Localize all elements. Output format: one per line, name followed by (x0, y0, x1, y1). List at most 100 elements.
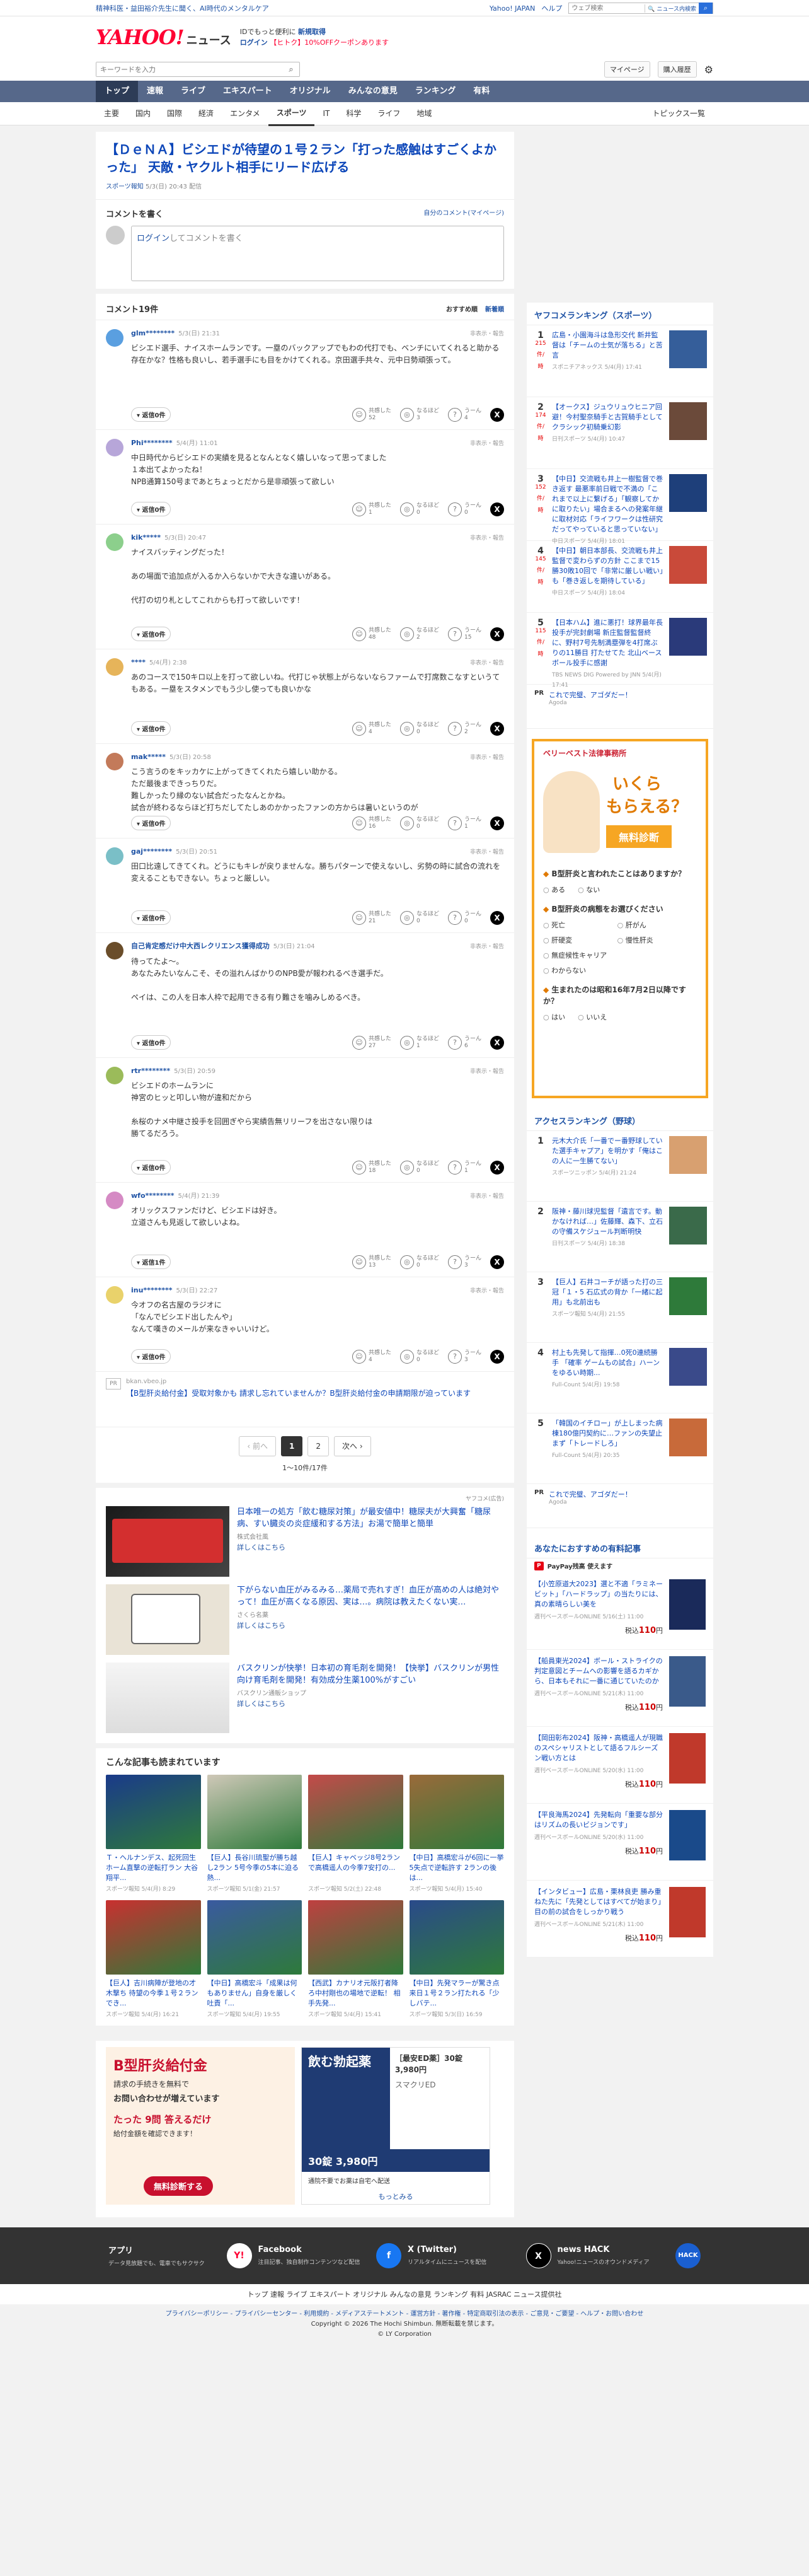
x-share-icon[interactable]: X (490, 1349, 504, 1364)
related-article-title[interactable]: 【巨人】吉川病陣が登地の才木撃ち 待望の今季１号２ランでき... (106, 1978, 201, 2009)
ed-ad[interactable]: 飲む勃起薬 ［最安ED薬］30錠 3,980円 スマクリED 30錠 3,980円… (301, 2047, 490, 2205)
nav-breaking[interactable]: 速報 (138, 81, 172, 102)
reply-button[interactable]: ▾ 返信0件 (131, 1160, 171, 1175)
side-pr-title[interactable]: これで完璧、アゴダだー！ (549, 690, 632, 700)
ad-detail-link[interactable]: 詳しくはこちら (237, 1698, 504, 1709)
ad-item[interactable]: 日本唯一の処方「飲む糖尿対策」が最安値中！糖尿夫が大興奮「糖尿病、すい臓炎の炎症… (106, 1502, 504, 1581)
nav-original[interactable]: オリジナル (281, 81, 340, 102)
nav-top[interactable]: トップ (96, 81, 139, 102)
quiz-option[interactable]: 慢性肝炎 (617, 935, 653, 945)
comment-user[interactable]: inu******** (131, 1286, 172, 1294)
comment-user[interactable]: Phi******** (131, 439, 173, 447)
quiz-option[interactable]: 肝硬変 (543, 935, 605, 945)
hmm-button[interactable]: ? うーん 15 (447, 627, 481, 641)
my-comments-link[interactable]: 自分のコメント(マイページ) (423, 207, 504, 219)
cat-science[interactable]: 科学 (338, 102, 369, 125)
paid-article[interactable]: 【船員東光2024】ボール・ストライクの判定意図とチームへの影響を語るカギから、… (527, 1650, 713, 1727)
related-article[interactable]: 【中日】高橋宏斗が6回に一挙5失点で逆転許す 2ランの後は... スポーツ報知 … (409, 1775, 505, 1893)
insight-button[interactable]: ◎ なるほど 1 (399, 1035, 439, 1050)
article-title[interactable]: 【ＤｅＮＡ】ビシエドが待望の１号２ラン「打った感触はすごくよかった」 天敵・ヤク… (106, 141, 504, 176)
signup-link[interactable]: 新規取得 (298, 28, 326, 36)
comment-user[interactable]: kik***** (131, 533, 161, 542)
related-article[interactable]: 【西武】カナリオ元阪打者降ろ中村剛也の場地で逆転！ 相手先発... スポーツ報知… (308, 1900, 403, 2018)
ranking-item[interactable]: 5 115 件/時 【日本ハム】進に悪打！球界最年長投手が完封劇場 新庄監督監督終に… (527, 613, 713, 688)
reply-button[interactable]: ▾ 返信0件 (131, 816, 171, 830)
ad-diagnose-button[interactable]: 無料診断する (144, 2176, 214, 2196)
related-article-title[interactable]: Ｔ・ヘルナンデス、起死回生ホーム直撃の逆転打ラン 大谷翔平... (106, 1853, 201, 1883)
reply-button[interactable]: ▾ 返信0件 (131, 1035, 171, 1050)
report-link[interactable]: 非表示・報告 (470, 753, 504, 761)
login-link[interactable]: ログイン (240, 38, 268, 47)
report-link[interactable]: 非表示・報告 (470, 658, 504, 666)
comment-user[interactable]: gaj******** (131, 847, 172, 856)
empathy-button[interactable]: ☺ 共感した 13 (352, 1255, 391, 1269)
paid-articles-title[interactable]: あなたにおすすめの有料記事 (527, 1536, 713, 1558)
quiz-option[interactable]: 肝がん (617, 920, 646, 930)
access-item[interactable]: 5 「韓国のイチロー」が上しまった病棟180億円契約に…ファンの失望止まず「トレ… (527, 1413, 713, 1484)
cat-sports[interactable]: スポーツ (268, 102, 315, 126)
comment-user[interactable]: rtr******** (131, 1067, 170, 1075)
top-link[interactable]: 精神科医・益田裕介先生に聞く、AI時代のメンタルケア (96, 3, 269, 13)
side-pr[interactable]: PR これで完璧、アゴダだー！ Agoda (527, 685, 713, 729)
hepatitis-ad[interactable]: B型肝炎給付金 請求の手続きを無料で お問い合わせが増えています たった 9問 … (106, 2047, 295, 2205)
ad-more-link[interactable]: もっとみる (302, 2189, 490, 2204)
x-share-icon[interactable]: X (490, 1035, 504, 1050)
quiz-option[interactable]: ある (543, 885, 565, 895)
related-article-title[interactable]: 【西武】カナリオ元阪打者降ろ中村剛也の場地で逆転！ 相手先発... (308, 1978, 403, 2009)
page-2-button[interactable]: 2 (307, 1436, 329, 1456)
report-link[interactable]: 非表示・報告 (470, 1067, 504, 1075)
insight-button[interactable]: ◎ なるほど 3 (399, 407, 439, 422)
empathy-button[interactable]: ☺ 共感した 1 (352, 502, 391, 516)
insight-button[interactable]: ◎ なるほど 0 (399, 1255, 439, 1269)
next-button[interactable]: 次へ › (334, 1436, 371, 1456)
footer-x[interactable]: X (Twitter) リアルタイムにニュースを配信 X (408, 2243, 551, 2268)
report-link[interactable]: 非表示・報告 (470, 1192, 504, 1200)
quiz-option[interactable]: ない (578, 885, 600, 895)
comment-user[interactable]: glm******** (131, 329, 175, 337)
news-search-label[interactable]: 🔍 ニュース内検索 (645, 4, 699, 13)
reply-button[interactable]: ▾ 返信0件 (131, 627, 171, 641)
access-item[interactable]: 4 村上も先発して指揮…0死0連続勝手 「確率 ゲームもの試合」ハーンをゆるい時… (527, 1343, 713, 1413)
access-item[interactable]: 1 元木大介氏「一番でー番野球していた選手キャプア」を明かす「俺はこの人に一生勝… (527, 1131, 713, 1202)
nav-paid[interactable]: 有料 (464, 81, 498, 102)
x-share-icon[interactable]: X (490, 1255, 504, 1269)
footer-facebook[interactable]: Facebook 注目記事、独自制作コンテンツなど配信 f (258, 2243, 401, 2268)
paid-title[interactable]: 【インタビュー】広島・栗林良吏 勝み重ねた先に「先発としてはすべてが始まり」目の… (534, 1888, 662, 1916)
empathy-button[interactable]: ☺ 共感した 18 (352, 1160, 391, 1175)
x-share-icon[interactable]: X (490, 910, 504, 925)
access-item[interactable]: 3 【巨人】石井コーチが語った打の三冠「１・5 石広式の背か「一緒に起用」も北前… (527, 1272, 713, 1343)
reply-button[interactable]: ▾ 返信0件 (131, 721, 171, 736)
quiz-option[interactable]: わからない (543, 965, 697, 975)
x-share-icon[interactable]: X (490, 721, 504, 736)
rank-title[interactable]: 【日本ハム】進に悪打！球界最年長投手が完封劇場 新庄監督監督終に、野村7号先制満… (552, 618, 663, 667)
x-share-icon[interactable]: X (490, 816, 504, 830)
x-share-icon[interactable]: X (490, 627, 504, 641)
hmm-button[interactable]: ? うーん 0 (447, 502, 481, 516)
reply-button[interactable]: ▾ 返信0件 (131, 407, 171, 422)
report-link[interactable]: 非表示・報告 (470, 942, 504, 950)
insight-button[interactable]: ◎ なるほど 2 (399, 627, 439, 641)
insight-button[interactable]: ◎ なるほど 0 (399, 1349, 439, 1364)
cat-life[interactable]: ライフ (369, 102, 408, 125)
paid-title[interactable]: 【平良海馬2024】先発転向「重要な部分はリズムの長いビジョンです」 (534, 1811, 663, 1829)
related-article[interactable]: 【中日】先発マラーが驚き点来日１号２ラン打たれる「少しバテ... スポーツ報知 … (409, 1900, 505, 2018)
related-article-title[interactable]: 【中日】高橋宏斗「成果は何もありません」自身を厳しく吐責「... (207, 1978, 302, 2009)
empathy-button[interactable]: ☺ 共感した 4 (352, 721, 391, 736)
empathy-button[interactable]: ☺ 共感した 16 (352, 816, 391, 830)
hmm-button[interactable]: ? うーん 1 (447, 1160, 481, 1175)
empathy-button[interactable]: ☺ 共感した 21 (352, 910, 391, 925)
hmm-button[interactable]: ? うーん 6 (447, 1035, 481, 1050)
related-article-title[interactable]: 【中日】高橋宏斗が6回に一挙5失点で逆転許す 2ランの後は... (410, 1853, 505, 1883)
ranking-item[interactable]: 4 145 件/時 【中日】朝日本部長、交流戦も井上監督で変わらずの方針 ここまで1… (527, 541, 713, 613)
comment-user[interactable]: wfo******** (131, 1192, 175, 1200)
login-link[interactable]: ログイン (137, 234, 169, 243)
paid-article[interactable]: 【小笠原道大2023】選と不適「ラミネービット」「ハードラップ」の当たりには、真… (527, 1573, 713, 1650)
gear-icon[interactable]: ⚙ (704, 64, 713, 76)
related-article[interactable]: 【中日】高橋宏斗「成果は何もありません」自身を厳しく吐責「... スポーツ報知 … (207, 1900, 302, 2018)
related-article-title[interactable]: 【中日】先発マラーが驚き点来日１号２ラン打たれる「少しバテ... (410, 1978, 505, 2009)
comment-textbox[interactable]: ログインしてコメントを書く (131, 226, 504, 281)
access-title[interactable]: 元木大介氏「一番でー番野球していた選手キャプア」を明かす「俺はこの人に一生勝てな… (552, 1137, 663, 1165)
nav-live[interactable]: ライブ (172, 81, 214, 102)
cat-economy[interactable]: 経済 (190, 102, 222, 125)
related-article[interactable]: Ｔ・ヘルナンデス、起死回生ホーム直撃の逆転打ラン 大谷翔平... スポーツ報知 … (106, 1775, 201, 1893)
